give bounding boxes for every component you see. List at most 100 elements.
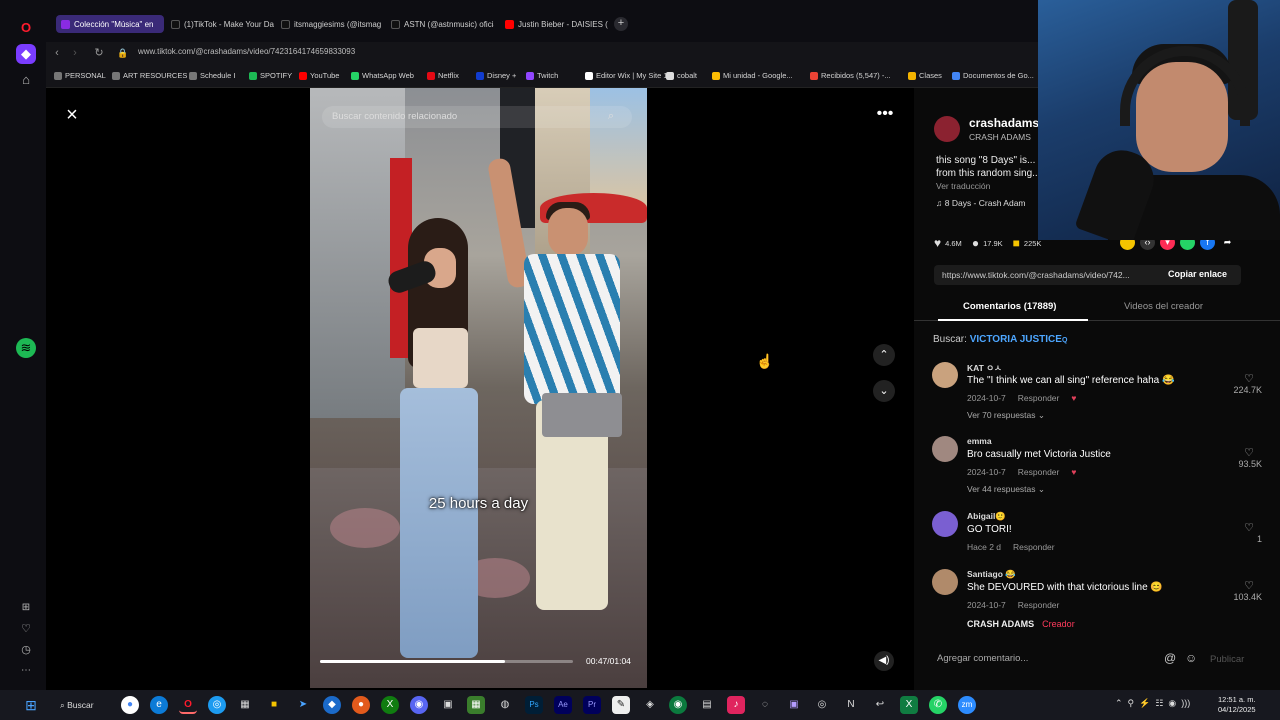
zoom-icon[interactable]: zm: [958, 696, 976, 714]
edge-icon[interactable]: e: [150, 696, 168, 714]
bookmark-item[interactable]: Netflix: [427, 71, 459, 80]
minecraft-icon[interactable]: ▦: [467, 696, 485, 714]
after-effects-icon[interactable]: Ae: [554, 696, 572, 714]
reply-button[interactable]: Responder: [1018, 600, 1060, 610]
comment-username[interactable]: emma: [967, 436, 992, 446]
tab-astn[interactable]: ASTN (@astnmusic) oficia: [386, 15, 494, 33]
next-video-icon[interactable]: ⌄: [873, 380, 895, 402]
app-icon[interactable]: ◎: [813, 696, 831, 714]
creator-reply[interactable]: CRASH ADAMS Creador: [967, 619, 1075, 629]
folder-icon[interactable]: ■: [265, 696, 283, 714]
creator-handle[interactable]: crashadams: [969, 116, 1039, 130]
tab-coleccion-musica[interactable]: Colección "Música" en: [56, 15, 164, 33]
tab-tiktok[interactable]: (1)TikTok - Make Your Day: [166, 15, 274, 33]
opera-logo-icon[interactable]: O: [16, 18, 36, 38]
more-dots-icon[interactable]: ⋯: [16, 661, 36, 681]
translate-link[interactable]: Ver traducción: [936, 181, 990, 191]
chrome-icon[interactable]: ●: [121, 696, 139, 714]
more-options-icon[interactable]: •••: [875, 106, 895, 126]
bookmark-item[interactable]: YouTube: [299, 71, 339, 80]
avatar[interactable]: [934, 116, 960, 142]
xbox-icon[interactable]: X: [381, 696, 399, 714]
telegram-icon[interactable]: ➤: [294, 696, 312, 714]
whatsapp-icon[interactable]: ✆: [929, 696, 947, 714]
post-link-field[interactable]: https://www.tiktok.com/@crashadams/video…: [934, 265, 1241, 285]
comment-username[interactable]: Abigail🙂: [967, 511, 1006, 522]
avatar[interactable]: [932, 511, 958, 537]
comment-item[interactable]: emma Bro casually met Victoria Justice 202…: [932, 436, 1262, 506]
like-stat[interactable]: ♥ 4.6M: [934, 236, 962, 250]
app-icon[interactable]: ✎: [612, 696, 630, 714]
history-clock-icon[interactable]: ◷: [16, 640, 36, 660]
comment-like[interactable]: ♡ 93.5K: [1222, 446, 1262, 469]
bookmark-item[interactable]: Documentos de Go...: [952, 71, 1034, 80]
bookmark-item[interactable]: WhatsApp Web: [351, 71, 414, 80]
app-icon[interactable]: ◌: [756, 696, 774, 714]
bookmark-item[interactable]: Mi unidad - Google...: [712, 71, 793, 80]
music-link[interactable]: ♫ 8 Days - Crash Adam: [936, 198, 1026, 208]
photoshop-icon[interactable]: Ps: [525, 696, 543, 714]
home-icon[interactable]: ⌂: [16, 70, 36, 90]
comment-item[interactable]: KAT ㅇㅅ The "I think we can all sing" refe…: [932, 362, 1262, 432]
app-icon[interactable]: ▣: [439, 696, 457, 714]
discord-icon[interactable]: ◉: [410, 696, 428, 714]
bookmark-item[interactable]: Recibidos (5,547) -...: [810, 71, 891, 80]
store-icon[interactable]: ▦: [236, 696, 254, 714]
apps-icon[interactable]: ⊞: [16, 598, 36, 618]
previous-video-icon[interactable]: ⌃: [873, 344, 895, 366]
video-progress-bar[interactable]: [320, 660, 573, 663]
tab-comments[interactable]: Comentarios (17889): [963, 301, 1056, 312]
view-replies-link[interactable]: Ver 70 respuestas ⌄: [967, 410, 1045, 421]
comment-like[interactable]: ♡ 103.4K: [1222, 579, 1262, 602]
comment-like[interactable]: ♡ 1: [1222, 521, 1262, 544]
volume-icon[interactable]: ◀): [874, 651, 894, 671]
copy-link-button[interactable]: Copiar enlace: [1168, 269, 1227, 279]
aria-icon[interactable]: ◆: [16, 44, 36, 64]
avatar[interactable]: [932, 362, 958, 388]
app-icon[interactable]: ●: [352, 696, 370, 714]
app-icon[interactable]: ◍: [496, 696, 514, 714]
reload-icon[interactable]: ↻: [92, 45, 106, 61]
app-icon[interactable]: ◈: [641, 696, 659, 714]
tiktok-icon[interactable]: ♪: [727, 696, 745, 714]
avatar[interactable]: [932, 569, 958, 595]
app-icon[interactable]: ▤: [698, 696, 716, 714]
comment-search-suggestion[interactable]: Buscar: VICTORIA JUSTICEQ: [933, 334, 1067, 345]
bookmark-item[interactable]: Clases: [908, 71, 942, 80]
related-search-input[interactable]: Buscar contenido relacionado ⌕: [322, 106, 632, 128]
app-icon[interactable]: ◆: [323, 696, 341, 714]
video-player[interactable]: Buscar contenido relacionado ⌕ 25 hours …: [310, 88, 647, 688]
spotify-icon[interactable]: ≋: [16, 338, 36, 358]
comment-input[interactable]: Agregar comentario... @ ☺: [934, 648, 1204, 670]
forward-icon[interactable]: ›: [68, 45, 82, 61]
publish-button[interactable]: Publicar: [1210, 654, 1244, 665]
new-tab-button[interactable]: +: [614, 17, 628, 31]
favorites-heart-icon[interactable]: ♡: [16, 619, 36, 639]
taskbar-clock[interactable]: 12:51 a. m. 04/12/2025: [1218, 695, 1256, 715]
excel-icon[interactable]: X: [900, 696, 918, 714]
close-icon[interactable]: ×: [62, 105, 82, 125]
taskbar-search[interactable]: ⌕ Buscar: [56, 697, 108, 713]
comment-username[interactable]: Santiago 😂: [967, 569, 1016, 580]
search-icon[interactable]: ⌕: [608, 110, 614, 123]
avatar[interactable]: [932, 436, 958, 462]
app-icon[interactable]: N: [842, 696, 860, 714]
view-replies-link[interactable]: Ver 44 respuestas ⌄: [967, 484, 1045, 495]
bookmark-item[interactable]: cobalt: [666, 71, 697, 80]
opera-icon[interactable]: O: [179, 696, 197, 714]
app-icon[interactable]: ↩: [871, 696, 889, 714]
app-icon[interactable]: ◎: [208, 696, 226, 714]
comment-stat[interactable]: ● 17.9K: [972, 236, 1003, 250]
bookmark-item[interactable]: PERSONAL: [54, 71, 106, 80]
bookmark-item[interactable]: ART RESOURCES: [112, 71, 187, 80]
comment-username[interactable]: KAT ㅇㅅ: [967, 362, 1002, 374]
app-icon[interactable]: ◉: [669, 696, 687, 714]
bookmark-item[interactable]: SPOTIFY: [249, 71, 292, 80]
comment-like[interactable]: ♡ 224.7K: [1222, 372, 1262, 395]
bookmark-item[interactable]: Disney +: [476, 71, 516, 80]
bookmark-item[interactable]: Twitch: [526, 71, 558, 80]
tab-creator-videos[interactable]: Videos del creador: [1124, 301, 1203, 312]
tab-itsmaggiesims[interactable]: itsmaggiesims (@itsmag: [276, 15, 384, 33]
windows-start-icon[interactable]: ⊞: [22, 696, 40, 714]
system-tray[interactable]: ⌃ ⚲ ⚡ ☷ ◉ ))): [1115, 698, 1190, 709]
